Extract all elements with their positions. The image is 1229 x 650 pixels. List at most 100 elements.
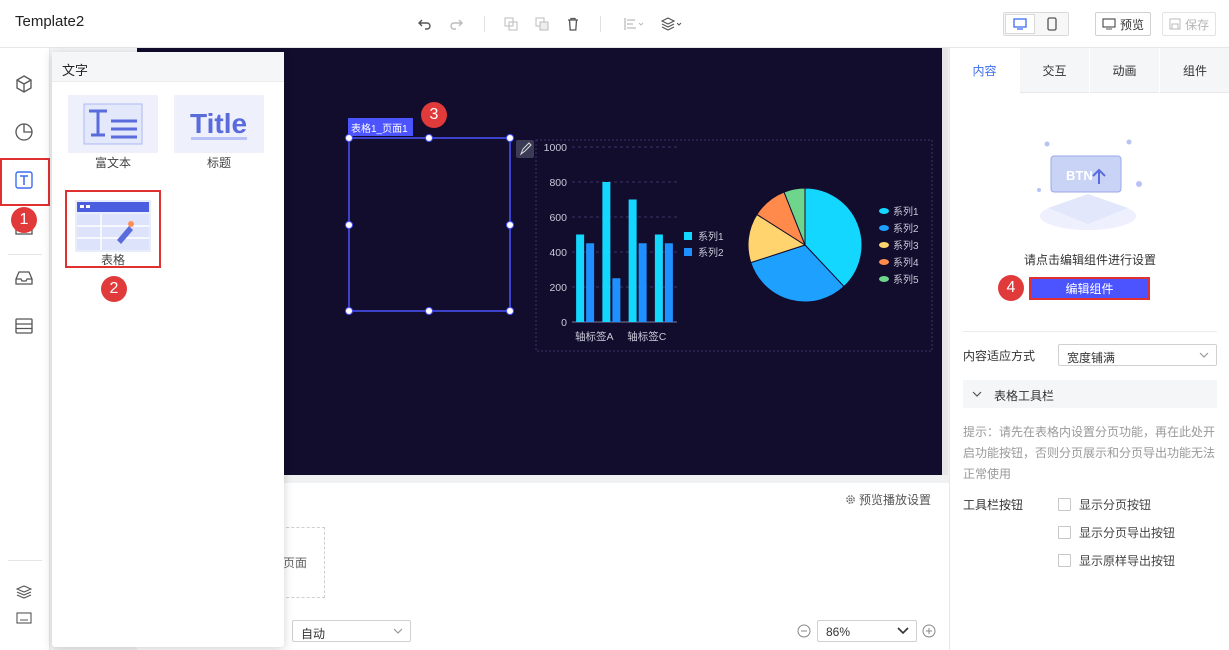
property-panel: 内容 交互 动画 组件 BTN 请点击编辑组件进行设置 编辑组件 内容适应方式 …: [949, 48, 1229, 650]
tab-interaction[interactable]: 交互: [1020, 48, 1089, 93]
zoom-value: 86%: [826, 625, 851, 639]
checkbox-label: 显示原样导出按钮: [1079, 554, 1176, 568]
legend-swatch: [684, 248, 692, 256]
component-panel: 文字 富文本 Title 标题 表格: [52, 52, 284, 647]
zoom-mode-value: 自动: [301, 627, 326, 641]
btn-graphic-icon: BTN: [1066, 168, 1093, 183]
legend-label: 系列1: [698, 230, 724, 243]
pie-legend: 系列1 系列2 系列3 系列4 系列5: [879, 205, 919, 286]
undo-icon[interactable]: [416, 15, 434, 33]
y-tick-label: 0: [561, 317, 567, 329]
annotation-box-1: [0, 158, 50, 206]
legend-swatch: [879, 242, 889, 248]
legend-swatch: [879, 259, 889, 265]
chart-component-icon[interactable]: [10, 118, 38, 146]
desktop-icon[interactable]: [1005, 14, 1035, 34]
y-tick-label: 200: [549, 282, 567, 294]
checkbox-label: 显示分页按钮: [1079, 498, 1152, 512]
legend-swatch: [684, 232, 692, 240]
title-icon: Title: [190, 108, 247, 140]
annotation-badge-1: 1: [11, 207, 37, 233]
legend-label: 系列1: [893, 205, 919, 218]
table-toolbar-section[interactable]: 表格工具栏: [963, 380, 1217, 408]
bar: [628, 199, 637, 322]
redo-icon[interactable]: [447, 15, 465, 33]
preview-settings-label: 预览播放设置: [859, 493, 932, 507]
title-label: 标题: [206, 156, 231, 170]
bar: [654, 234, 663, 322]
rich-text-icon: [83, 103, 143, 145]
legend-label: 系列4: [893, 256, 919, 269]
zoom-mode-select[interactable]: 自动: [292, 620, 411, 642]
preview-settings-link[interactable]: 预览播放设置: [845, 491, 931, 508]
chevron-down-icon: [1199, 352, 1209, 358]
bar: [612, 278, 621, 322]
resize-handles[interactable]: [345, 134, 514, 315]
tab-animation[interactable]: 动画: [1090, 48, 1159, 93]
svg-text:Title: Title: [190, 108, 247, 139]
tip-text: 提示：请先在表格内设置分页功能，再在此处开启功能按钮，否则分页展示和分页导出功能…: [963, 425, 1216, 481]
table-list-component-icon[interactable]: [10, 312, 38, 340]
checkbox-box[interactable]: [1058, 554, 1071, 567]
edit-component-illustration: BTN: [1033, 136, 1143, 236]
title-component[interactable]: Title: [174, 95, 264, 153]
zoom-input[interactable]: 86%: [817, 620, 917, 642]
canvas-scrollbar[interactable]: [942, 48, 948, 475]
save-label: 保存: [1185, 17, 1210, 32]
legend-label: 系列2: [698, 246, 724, 259]
checkbox-show-paging[interactable]: 显示分页按钮: [1058, 496, 1151, 513]
annotation-badge-2: 2: [101, 276, 127, 302]
app-title: Template2: [15, 13, 85, 30]
annotation-badge-3: 3: [421, 102, 447, 128]
mobile-icon[interactable]: [1037, 14, 1067, 34]
layer-order-dropdown-icon[interactable]: [660, 15, 684, 33]
save-button[interactable]: 保存: [1162, 12, 1217, 36]
tab-component[interactable]: 组件: [1160, 48, 1229, 93]
edit-component-button[interactable]: 编辑组件: [1029, 277, 1150, 300]
save-icon: [1169, 18, 1181, 30]
y-tick-label: 400: [549, 247, 567, 259]
delete-icon[interactable]: [564, 15, 582, 33]
y-tick-label: 1000: [544, 142, 568, 154]
bar: [586, 243, 595, 322]
rich-text-label: 富文本: [94, 156, 131, 170]
fit-mode-select[interactable]: 宽度铺满: [1058, 344, 1217, 366]
checkbox-box[interactable]: [1058, 526, 1071, 539]
x-tick-label: 轴标签C: [627, 330, 666, 343]
left-rail: [0, 48, 50, 650]
edit-pencil-icon[interactable]: [516, 140, 534, 158]
legend-swatch: [879, 276, 889, 282]
checkbox-box[interactable]: [1058, 498, 1071, 511]
tab-content[interactable]: 内容: [950, 48, 1019, 93]
annotation-box-2: [65, 190, 161, 268]
container-component-icon[interactable]: [10, 264, 38, 292]
toolbar-buttons-label: 工具栏按钮: [963, 498, 1024, 512]
layers-icon[interactable]: [10, 578, 38, 606]
legend-swatch: [879, 208, 889, 214]
table-widget-frame[interactable]: [348, 137, 511, 312]
rich-text-component[interactable]: [68, 95, 158, 153]
edit-hint: 请点击编辑组件进行设置: [1023, 253, 1156, 267]
checkbox-show-paging-export[interactable]: 显示分页导出按钮: [1058, 524, 1175, 541]
copy-icon[interactable]: [502, 15, 520, 33]
legend-label: 系列3: [893, 239, 919, 252]
chevron-down-icon: [897, 627, 909, 635]
bar-chart: 0 200 400 600 800 1000 轴标签A 轴标签C 系列1 系列2: [544, 142, 724, 343]
y-tick-label: 600: [549, 212, 567, 224]
page-thumbnail-label: 页面: [283, 556, 308, 570]
checkbox-show-raw-export[interactable]: 显示原样导出按钮: [1058, 552, 1175, 569]
zoom-in-icon[interactable]: [922, 624, 936, 638]
preview-label: 预览: [1120, 17, 1145, 32]
preview-button[interactable]: 预览: [1095, 12, 1152, 36]
gear-icon: [846, 495, 855, 504]
paste-icon[interactable]: [533, 15, 551, 33]
zoom-out-icon[interactable]: [797, 624, 811, 638]
3d-component-icon[interactable]: [10, 70, 38, 98]
component-panel-title: 文字: [62, 63, 89, 78]
legend-swatch: [879, 225, 889, 231]
bar: [602, 182, 611, 322]
align-dropdown-icon[interactable]: [622, 15, 646, 33]
keyboard-icon[interactable]: [10, 604, 38, 632]
legend-label: 系列2: [893, 222, 919, 235]
pie-chart: [747, 187, 863, 303]
